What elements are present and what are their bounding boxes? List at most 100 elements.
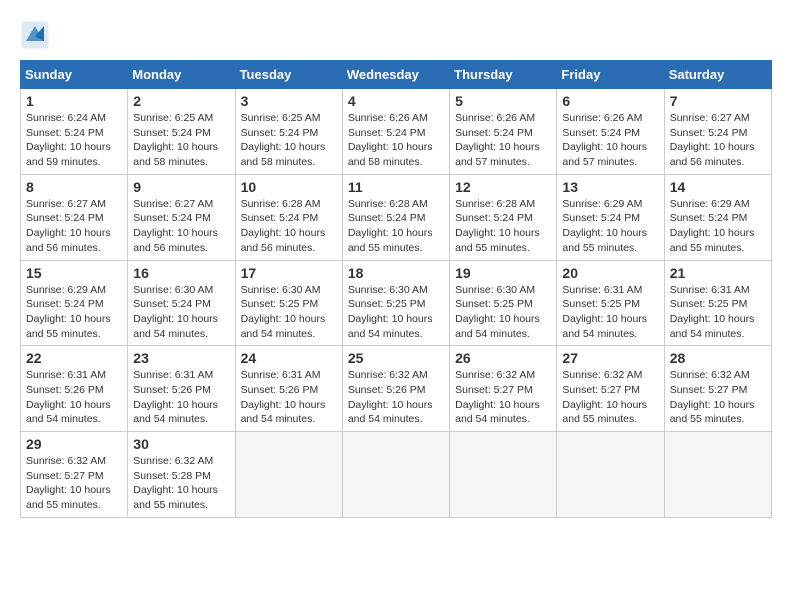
calendar-cell: 9 Sunrise: 6:27 AM Sunset: 5:24 PM Dayli… xyxy=(128,174,235,260)
day-number: 16 xyxy=(133,265,229,281)
day-info: Sunrise: 6:31 AM Sunset: 5:25 PM Dayligh… xyxy=(562,283,658,342)
weekday-header-row: SundayMondayTuesdayWednesdayThursdayFrid… xyxy=(21,61,772,89)
calendar-week-4: 22 Sunrise: 6:31 AM Sunset: 5:26 PM Dayl… xyxy=(21,346,772,432)
day-number: 13 xyxy=(562,179,658,195)
calendar-cell: 18 Sunrise: 6:30 AM Sunset: 5:25 PM Dayl… xyxy=(342,260,449,346)
day-number: 28 xyxy=(670,350,766,366)
day-number: 20 xyxy=(562,265,658,281)
calendar-cell: 19 Sunrise: 6:30 AM Sunset: 5:25 PM Dayl… xyxy=(450,260,557,346)
calendar-week-1: 1 Sunrise: 6:24 AM Sunset: 5:24 PM Dayli… xyxy=(21,89,772,175)
day-info: Sunrise: 6:28 AM Sunset: 5:24 PM Dayligh… xyxy=(348,197,444,256)
calendar-cell: 23 Sunrise: 6:31 AM Sunset: 5:26 PM Dayl… xyxy=(128,346,235,432)
calendar-body: 1 Sunrise: 6:24 AM Sunset: 5:24 PM Dayli… xyxy=(21,89,772,518)
calendar-cell: 13 Sunrise: 6:29 AM Sunset: 5:24 PM Dayl… xyxy=(557,174,664,260)
day-info: Sunrise: 6:32 AM Sunset: 5:26 PM Dayligh… xyxy=(348,368,444,427)
calendar-cell: 21 Sunrise: 6:31 AM Sunset: 5:25 PM Dayl… xyxy=(664,260,771,346)
calendar-cell: 12 Sunrise: 6:28 AM Sunset: 5:24 PM Dayl… xyxy=(450,174,557,260)
day-info: Sunrise: 6:32 AM Sunset: 5:27 PM Dayligh… xyxy=(26,454,122,513)
calendar-cell: 28 Sunrise: 6:32 AM Sunset: 5:27 PM Dayl… xyxy=(664,346,771,432)
weekday-header-tuesday: Tuesday xyxy=(235,61,342,89)
calendar-cell: 3 Sunrise: 6:25 AM Sunset: 5:24 PM Dayli… xyxy=(235,89,342,175)
day-info: Sunrise: 6:27 AM Sunset: 5:24 PM Dayligh… xyxy=(133,197,229,256)
weekday-header-saturday: Saturday xyxy=(664,61,771,89)
page-header xyxy=(20,20,772,50)
day-info: Sunrise: 6:28 AM Sunset: 5:24 PM Dayligh… xyxy=(241,197,337,256)
day-info: Sunrise: 6:30 AM Sunset: 5:25 PM Dayligh… xyxy=(455,283,551,342)
day-number: 24 xyxy=(241,350,337,366)
calendar-cell: 2 Sunrise: 6:25 AM Sunset: 5:24 PM Dayli… xyxy=(128,89,235,175)
day-info: Sunrise: 6:32 AM Sunset: 5:27 PM Dayligh… xyxy=(455,368,551,427)
day-info: Sunrise: 6:24 AM Sunset: 5:24 PM Dayligh… xyxy=(26,111,122,170)
weekday-header-sunday: Sunday xyxy=(21,61,128,89)
day-number: 17 xyxy=(241,265,337,281)
calendar-cell: 5 Sunrise: 6:26 AM Sunset: 5:24 PM Dayli… xyxy=(450,89,557,175)
calendar-week-3: 15 Sunrise: 6:29 AM Sunset: 5:24 PM Dayl… xyxy=(21,260,772,346)
day-info: Sunrise: 6:29 AM Sunset: 5:24 PM Dayligh… xyxy=(670,197,766,256)
day-info: Sunrise: 6:27 AM Sunset: 5:24 PM Dayligh… xyxy=(26,197,122,256)
calendar-cell: 24 Sunrise: 6:31 AM Sunset: 5:26 PM Dayl… xyxy=(235,346,342,432)
calendar-cell: 1 Sunrise: 6:24 AM Sunset: 5:24 PM Dayli… xyxy=(21,89,128,175)
weekday-header-friday: Friday xyxy=(557,61,664,89)
calendar-cell: 16 Sunrise: 6:30 AM Sunset: 5:24 PM Dayl… xyxy=(128,260,235,346)
day-number: 9 xyxy=(133,179,229,195)
weekday-header-thursday: Thursday xyxy=(450,61,557,89)
day-info: Sunrise: 6:31 AM Sunset: 5:26 PM Dayligh… xyxy=(26,368,122,427)
day-info: Sunrise: 6:31 AM Sunset: 5:25 PM Dayligh… xyxy=(670,283,766,342)
day-number: 6 xyxy=(562,93,658,109)
calendar-cell: 4 Sunrise: 6:26 AM Sunset: 5:24 PM Dayli… xyxy=(342,89,449,175)
day-info: Sunrise: 6:29 AM Sunset: 5:24 PM Dayligh… xyxy=(26,283,122,342)
day-number: 19 xyxy=(455,265,551,281)
calendar-cell: 30 Sunrise: 6:32 AM Sunset: 5:28 PM Dayl… xyxy=(128,432,235,518)
day-number: 1 xyxy=(26,93,122,109)
calendar-cell xyxy=(557,432,664,518)
calendar-cell: 29 Sunrise: 6:32 AM Sunset: 5:27 PM Dayl… xyxy=(21,432,128,518)
day-info: Sunrise: 6:29 AM Sunset: 5:24 PM Dayligh… xyxy=(562,197,658,256)
weekday-header-wednesday: Wednesday xyxy=(342,61,449,89)
day-info: Sunrise: 6:31 AM Sunset: 5:26 PM Dayligh… xyxy=(133,368,229,427)
calendar-cell xyxy=(235,432,342,518)
calendar-cell: 26 Sunrise: 6:32 AM Sunset: 5:27 PM Dayl… xyxy=(450,346,557,432)
day-number: 26 xyxy=(455,350,551,366)
day-number: 10 xyxy=(241,179,337,195)
day-info: Sunrise: 6:32 AM Sunset: 5:27 PM Dayligh… xyxy=(670,368,766,427)
day-number: 15 xyxy=(26,265,122,281)
day-number: 4 xyxy=(348,93,444,109)
calendar-cell: 14 Sunrise: 6:29 AM Sunset: 5:24 PM Dayl… xyxy=(664,174,771,260)
calendar-cell: 8 Sunrise: 6:27 AM Sunset: 5:24 PM Dayli… xyxy=(21,174,128,260)
weekday-header-monday: Monday xyxy=(128,61,235,89)
calendar-cell xyxy=(450,432,557,518)
logo xyxy=(20,20,54,50)
day-number: 11 xyxy=(348,179,444,195)
day-info: Sunrise: 6:28 AM Sunset: 5:24 PM Dayligh… xyxy=(455,197,551,256)
day-number: 14 xyxy=(670,179,766,195)
calendar-cell: 10 Sunrise: 6:28 AM Sunset: 5:24 PM Dayl… xyxy=(235,174,342,260)
calendar-cell: 25 Sunrise: 6:32 AM Sunset: 5:26 PM Dayl… xyxy=(342,346,449,432)
day-info: Sunrise: 6:32 AM Sunset: 5:27 PM Dayligh… xyxy=(562,368,658,427)
day-number: 5 xyxy=(455,93,551,109)
day-number: 7 xyxy=(670,93,766,109)
day-number: 2 xyxy=(133,93,229,109)
day-number: 12 xyxy=(455,179,551,195)
day-info: Sunrise: 6:31 AM Sunset: 5:26 PM Dayligh… xyxy=(241,368,337,427)
calendar-cell: 20 Sunrise: 6:31 AM Sunset: 5:25 PM Dayl… xyxy=(557,260,664,346)
day-info: Sunrise: 6:32 AM Sunset: 5:28 PM Dayligh… xyxy=(133,454,229,513)
calendar-cell: 15 Sunrise: 6:29 AM Sunset: 5:24 PM Dayl… xyxy=(21,260,128,346)
calendar-cell: 11 Sunrise: 6:28 AM Sunset: 5:24 PM Dayl… xyxy=(342,174,449,260)
calendar-cell: 7 Sunrise: 6:27 AM Sunset: 5:24 PM Dayli… xyxy=(664,89,771,175)
calendar-cell: 22 Sunrise: 6:31 AM Sunset: 5:26 PM Dayl… xyxy=(21,346,128,432)
day-number: 3 xyxy=(241,93,337,109)
day-number: 25 xyxy=(348,350,444,366)
day-info: Sunrise: 6:30 AM Sunset: 5:25 PM Dayligh… xyxy=(241,283,337,342)
calendar-cell xyxy=(664,432,771,518)
day-info: Sunrise: 6:26 AM Sunset: 5:24 PM Dayligh… xyxy=(455,111,551,170)
day-info: Sunrise: 6:30 AM Sunset: 5:24 PM Dayligh… xyxy=(133,283,229,342)
day-number: 18 xyxy=(348,265,444,281)
day-info: Sunrise: 6:27 AM Sunset: 5:24 PM Dayligh… xyxy=(670,111,766,170)
day-number: 29 xyxy=(26,436,122,452)
logo-icon xyxy=(20,20,50,50)
day-number: 30 xyxy=(133,436,229,452)
day-info: Sunrise: 6:25 AM Sunset: 5:24 PM Dayligh… xyxy=(241,111,337,170)
day-info: Sunrise: 6:26 AM Sunset: 5:24 PM Dayligh… xyxy=(562,111,658,170)
calendar-cell xyxy=(342,432,449,518)
day-info: Sunrise: 6:30 AM Sunset: 5:25 PM Dayligh… xyxy=(348,283,444,342)
